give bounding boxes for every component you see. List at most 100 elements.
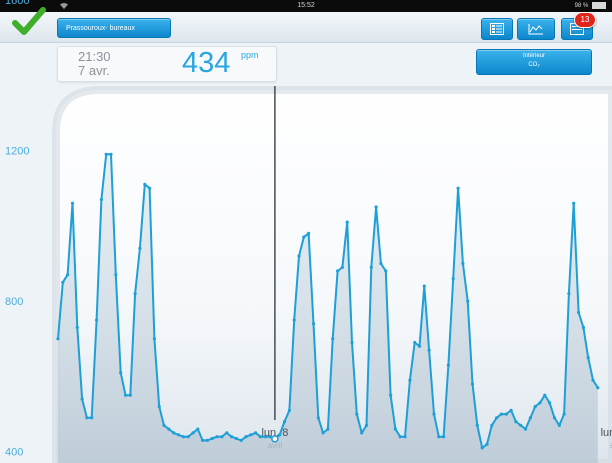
data-point [292, 318, 296, 322]
data-point [307, 231, 311, 235]
sensor-location-label: Intérieur [522, 53, 545, 59]
data-point [176, 433, 181, 437]
data-point [85, 416, 89, 420]
y-axis: 1600 1200 800 400 [5, 0, 29, 459]
data-point [519, 423, 523, 427]
data-point [403, 435, 407, 439]
data-point [466, 299, 470, 303]
data-point [355, 412, 359, 416]
x-tick-day-label: lun. 8 [261, 427, 288, 439]
data-point [408, 378, 412, 382]
data-point [369, 265, 373, 269]
data-point [95, 318, 99, 322]
data-point [350, 340, 354, 345]
data-point [167, 427, 171, 431]
data-point [413, 340, 417, 345]
data-point [495, 416, 499, 420]
data-point [229, 435, 234, 439]
data-point [528, 416, 533, 420]
data-point [360, 431, 364, 435]
data-point [90, 416, 94, 420]
sensor-type-button[interactable]: Intérieur CO₂ [476, 49, 592, 75]
data-point [485, 442, 489, 446]
data-point [152, 337, 156, 341]
reading-box: 21:30 7 avr. 434 ppm [57, 46, 277, 82]
data-point [172, 431, 176, 435]
data-point [533, 404, 537, 409]
data-point [143, 182, 147, 186]
data-point [239, 438, 243, 442]
data-point [56, 337, 60, 341]
data-point [80, 397, 84, 401]
data-point [201, 438, 205, 442]
data-point [538, 401, 542, 405]
data-point [451, 277, 455, 281]
data-point [282, 420, 287, 424]
data-point [577, 310, 581, 314]
reading-time: 21:30 [78, 49, 111, 64]
data-point [321, 431, 325, 435]
data-point [336, 269, 340, 273]
data-point [148, 186, 152, 190]
data-point [196, 427, 200, 431]
data-point [133, 292, 137, 296]
data-point [138, 246, 142, 250]
data-point [591, 378, 595, 382]
data-point [249, 433, 253, 437]
data-point [109, 152, 113, 156]
data-point [422, 284, 426, 288]
data-point [128, 393, 132, 397]
data-point [302, 235, 306, 239]
data-point [157, 404, 161, 409]
data-point [572, 201, 576, 205]
data-point [316, 416, 320, 420]
data-point [389, 393, 393, 397]
data-point [470, 382, 475, 386]
data-point [432, 412, 436, 416]
data-point [70, 201, 75, 205]
sensor-gas-label: CO₂ [528, 62, 540, 68]
data-point [523, 427, 528, 431]
data-point [75, 325, 79, 330]
data-point [490, 423, 494, 427]
x-tick-month-label: avril [268, 441, 283, 450]
data-point [311, 322, 316, 326]
data-point [225, 431, 229, 435]
data-point [234, 436, 238, 441]
reading-date: 7 avr. [78, 63, 110, 78]
y-tick-label: 1200 [5, 146, 29, 158]
data-point [191, 431, 195, 435]
data-point [162, 423, 166, 427]
data-point [596, 386, 600, 390]
data-point [480, 446, 484, 450]
data-point [499, 412, 503, 416]
data-point [114, 273, 118, 277]
y-tick-label: 800 [5, 296, 23, 308]
data-point [331, 337, 335, 341]
data-point [586, 356, 590, 360]
data-point [364, 423, 369, 427]
data-point [119, 371, 123, 375]
data-point [393, 427, 397, 431]
data-point [543, 393, 547, 397]
data-point [244, 435, 248, 439]
data-point [104, 152, 108, 156]
data-point [437, 435, 441, 439]
data-point [461, 261, 465, 266]
data-point [417, 344, 422, 348]
data-point [340, 265, 344, 269]
x-tick-day-label: lun. 15 [601, 427, 612, 439]
data-point [442, 435, 446, 439]
data-point [456, 186, 460, 190]
data-point [427, 348, 431, 352]
data-point [287, 408, 291, 412]
data-point [552, 416, 557, 420]
reading-value: 434 [182, 47, 231, 79]
data-point [215, 435, 219, 439]
data-point [66, 273, 70, 277]
data-point [548, 401, 552, 405]
data-point [557, 423, 561, 427]
data-point [384, 269, 388, 273]
data-point [220, 435, 224, 439]
data-point [567, 292, 571, 296]
